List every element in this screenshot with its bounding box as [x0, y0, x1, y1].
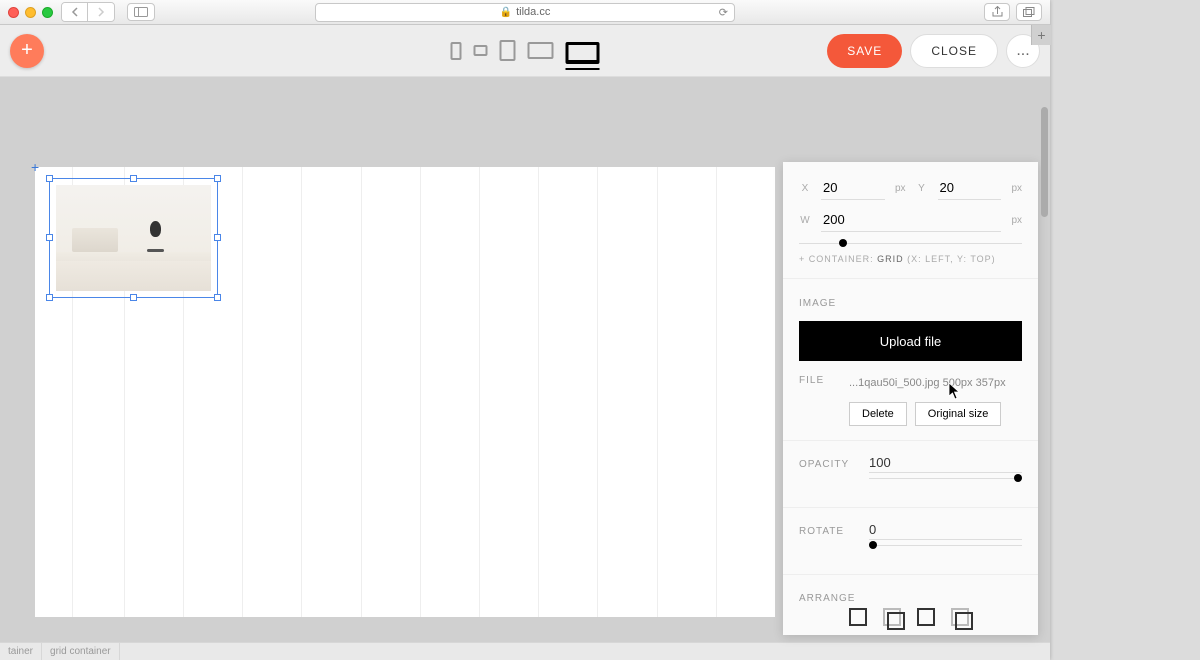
opacity-slider[interactable] [869, 475, 1022, 481]
send-back-icon[interactable] [951, 608, 969, 626]
x-label: X [799, 183, 811, 194]
container-note: + CONTAINER: GRID (X: LEFT, Y: TOP) [799, 254, 1022, 264]
selected-image[interactable] [49, 178, 218, 298]
forward-button[interactable] [88, 3, 114, 21]
url-bar[interactable]: 🔒 tilda.cc ⟳ [315, 3, 735, 22]
url-host: tilda.cc [516, 6, 550, 18]
w-unit: px [1011, 215, 1022, 226]
w-label: W [799, 215, 811, 226]
image-heading: IMAGE [799, 298, 836, 309]
rotate-section: ROTATE 0 [783, 508, 1038, 575]
minimize-window-icon[interactable] [25, 7, 36, 18]
w-input[interactable] [821, 208, 1001, 232]
delete-file-button[interactable]: Delete [849, 402, 907, 426]
device-tablet[interactable] [500, 37, 516, 65]
y-label: Y [916, 183, 928, 194]
x-input[interactable] [821, 176, 885, 200]
browser-right-tools [984, 3, 1042, 21]
position-section: X px Y px W px + CONTAINER: GRID [783, 162, 1038, 279]
x-unit: px [895, 183, 906, 194]
upload-file-button[interactable]: Upload file [799, 321, 1022, 361]
opacity-section: OPACITY 100 [783, 441, 1038, 508]
reload-icon[interactable]: ⟳ [719, 6, 728, 19]
zoom-window-icon[interactable] [42, 7, 53, 18]
breadcrumb[interactable]: tainer [0, 643, 42, 660]
width-slider[interactable] [799, 240, 1022, 246]
y-unit: px [1011, 183, 1022, 194]
tabs-icon[interactable] [1016, 3, 1042, 21]
sidebar-toggle-icon[interactable] [127, 3, 155, 21]
device-desktop[interactable] [566, 42, 600, 70]
status-bar: tainer grid container [0, 642, 1050, 660]
file-meta: ...1qau50i_500.jpg 500px 357px [849, 375, 1006, 392]
breadcrumb[interactable]: grid container [42, 643, 120, 660]
app-window: 🔒 tilda.cc ⟳ + SAVE CLOSE ... [0, 0, 1050, 660]
canvas[interactable]: + [35, 167, 775, 617]
bring-front-icon[interactable] [849, 608, 867, 626]
arrange-section: ARRANGE [783, 575, 1038, 636]
rotate-slider[interactable] [869, 542, 1022, 548]
y-input[interactable] [938, 176, 1002, 200]
device-laptop[interactable] [528, 37, 554, 65]
properties-panel: X px Y px W px + CONTAINER: GRID [783, 162, 1038, 635]
new-tab-button[interactable]: + [1031, 25, 1051, 45]
image-section: IMAGE Upload file FILE ...1qau50i_500.jp… [783, 279, 1038, 441]
send-backward-icon[interactable] [917, 608, 935, 626]
image-thumbnail [56, 185, 211, 291]
file-label: FILE [799, 375, 849, 392]
opacity-value[interactable]: 100 [869, 455, 1022, 473]
arrange-label: ARRANGE [799, 589, 859, 604]
vertical-scrollbar[interactable] [1041, 77, 1048, 660]
workspace: + tai [0, 77, 1050, 660]
share-icon[interactable] [984, 3, 1010, 21]
bring-forward-icon[interactable] [883, 608, 901, 626]
device-switcher [451, 37, 600, 65]
editor-toolbar: + SAVE CLOSE ... [0, 25, 1050, 77]
add-block-button[interactable]: + [10, 34, 44, 68]
device-phone[interactable] [451, 37, 462, 65]
close-button[interactable]: CLOSE [910, 34, 998, 68]
device-phablet[interactable] [474, 37, 488, 65]
rotate-value[interactable]: 0 [869, 522, 1022, 540]
close-window-icon[interactable] [8, 7, 19, 18]
save-button[interactable]: SAVE [827, 34, 902, 68]
browser-chrome: 🔒 tilda.cc ⟳ [0, 0, 1050, 25]
origin-marker-icon: + [31, 159, 39, 175]
back-button[interactable] [62, 3, 88, 21]
lock-icon: 🔒 [500, 7, 512, 18]
window-controls [8, 7, 53, 18]
nav-buttons [61, 2, 115, 22]
opacity-label: OPACITY [799, 455, 859, 470]
original-size-button[interactable]: Original size [915, 402, 1002, 426]
rotate-label: ROTATE [799, 522, 859, 537]
